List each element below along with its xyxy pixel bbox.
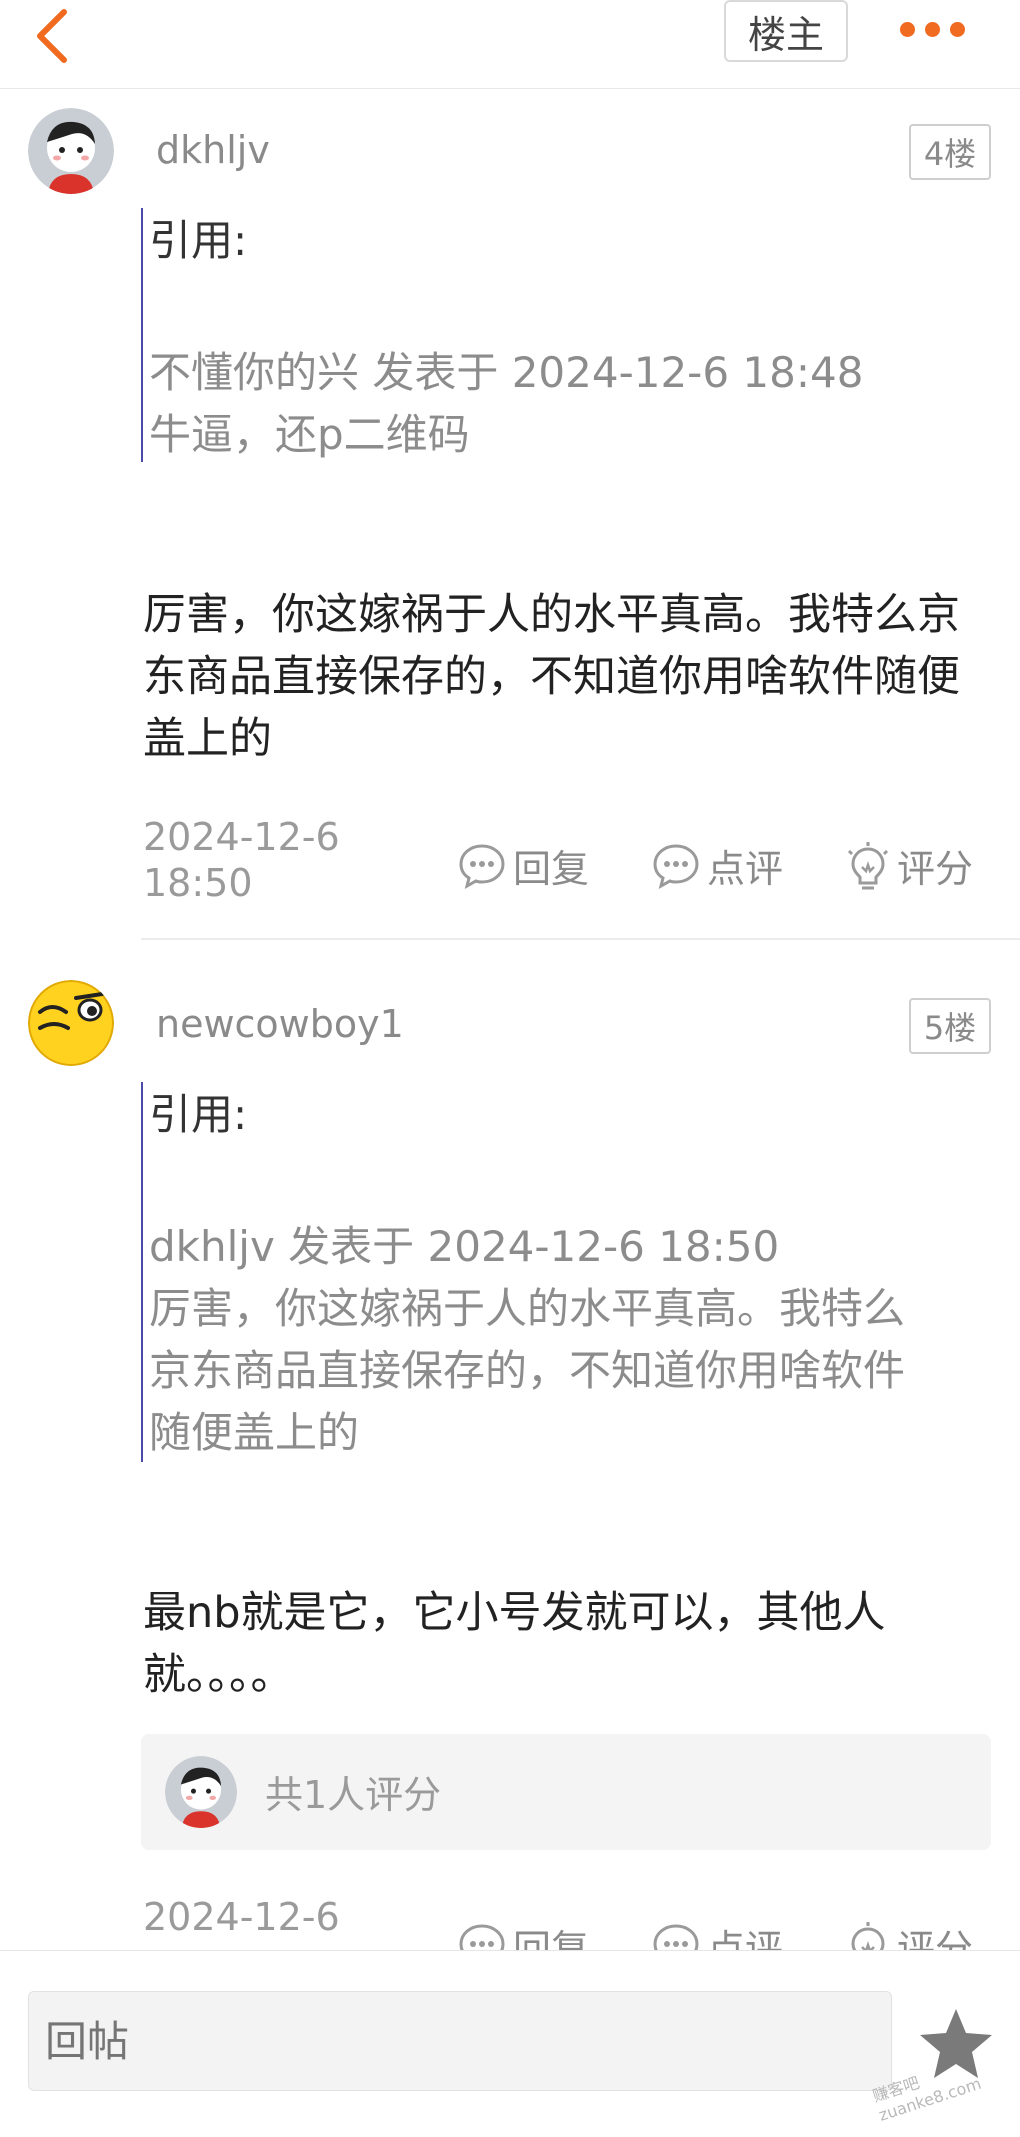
speech-bubble-icon (653, 1923, 699, 1950)
comment-label: 点评 (707, 847, 784, 891)
post-meta-row: 2024-12-6 18:50 回复 点评 评分 (143, 814, 993, 914)
top-navigation-bar: 楼主 (0, 0, 1020, 89)
quote-text: 牛逼，还p二维码 (149, 410, 470, 459)
post-time: 2024-12-6 (143, 1895, 340, 1939)
avatar[interactable] (28, 108, 114, 194)
avatar[interactable] (28, 980, 114, 1066)
post-content: 厉害，你这嫁祸于人的水平真高。我特么京东商品直接保存的，不知道你用啥软件随便盖上… (143, 590, 960, 764)
only-op-button[interactable]: 楼主 (724, 0, 848, 62)
username[interactable]: newcowboy1 (156, 1002, 404, 1046)
speech-bubble-icon (459, 843, 505, 889)
reply-label: 回复 (513, 847, 590, 891)
post-time: 2024-12-6 18:50 (143, 815, 340, 905)
rate-button[interactable]: 评分 (845, 838, 973, 893)
lightbulb-icon (847, 841, 889, 889)
post-divider (141, 938, 1020, 940)
comment-button[interactable]: 点评 (651, 1918, 783, 1950)
quote-block: 引用: 不懂你的兴 发表于 2024-12-6 18:48 牛逼，还p二维码 (141, 208, 863, 462)
quote-title: 引用: (149, 1090, 248, 1139)
speech-bubble-icon (653, 843, 699, 889)
reply-button[interactable]: 回复 (457, 838, 589, 893)
more-options-icon[interactable] (900, 14, 970, 44)
lightbulb-icon (851, 1921, 885, 1950)
chevron-left-icon (37, 9, 67, 63)
rate-button[interactable]: 评分 (845, 1918, 973, 1950)
rate-label: 评分 (897, 1927, 974, 1950)
quote-text: 厉害，你这嫁祸于人的水平真高。我特么 京东商品直接保存的，不知道你用啥软件 随便… (149, 1284, 906, 1457)
reply-button[interactable]: 回复 (457, 1918, 589, 1950)
bottom-reply-bar (0, 1950, 1020, 2137)
quote-meta: 不懂你的兴 发表于 2024-12-6 18:48 (149, 348, 864, 397)
quote-meta: dkhljv 发表于 2024-12-6 18:50 (149, 1222, 780, 1271)
avatar (165, 1756, 237, 1828)
post-content: 最nb就是它，它小号发就可以，其他人就。。。。 (143, 1588, 886, 1700)
reply-input[interactable] (28, 1991, 892, 2091)
floor-badge: 5楼 (909, 998, 991, 1054)
speech-bubble-icon (459, 1923, 505, 1950)
username[interactable]: dkhljv (156, 128, 270, 172)
rating-count: 共1人评分 (265, 1773, 442, 1817)
reply-label: 回复 (513, 1927, 590, 1950)
rate-label: 评分 (897, 847, 974, 891)
back-button[interactable] (26, 6, 86, 66)
quote-title: 引用: (149, 216, 248, 265)
rating-summary[interactable]: 共1人评分 (141, 1734, 991, 1850)
quote-block: 引用: dkhljv 发表于 2024-12-6 18:50 厉害，你这嫁祸于人… (141, 1082, 905, 1462)
comment-label: 点评 (707, 1927, 784, 1950)
floor-badge: 4楼 (909, 124, 991, 180)
post-meta-row: 2024-12-6 回复 点评 评分 (143, 1894, 993, 1950)
comment-button[interactable]: 点评 (651, 838, 783, 893)
